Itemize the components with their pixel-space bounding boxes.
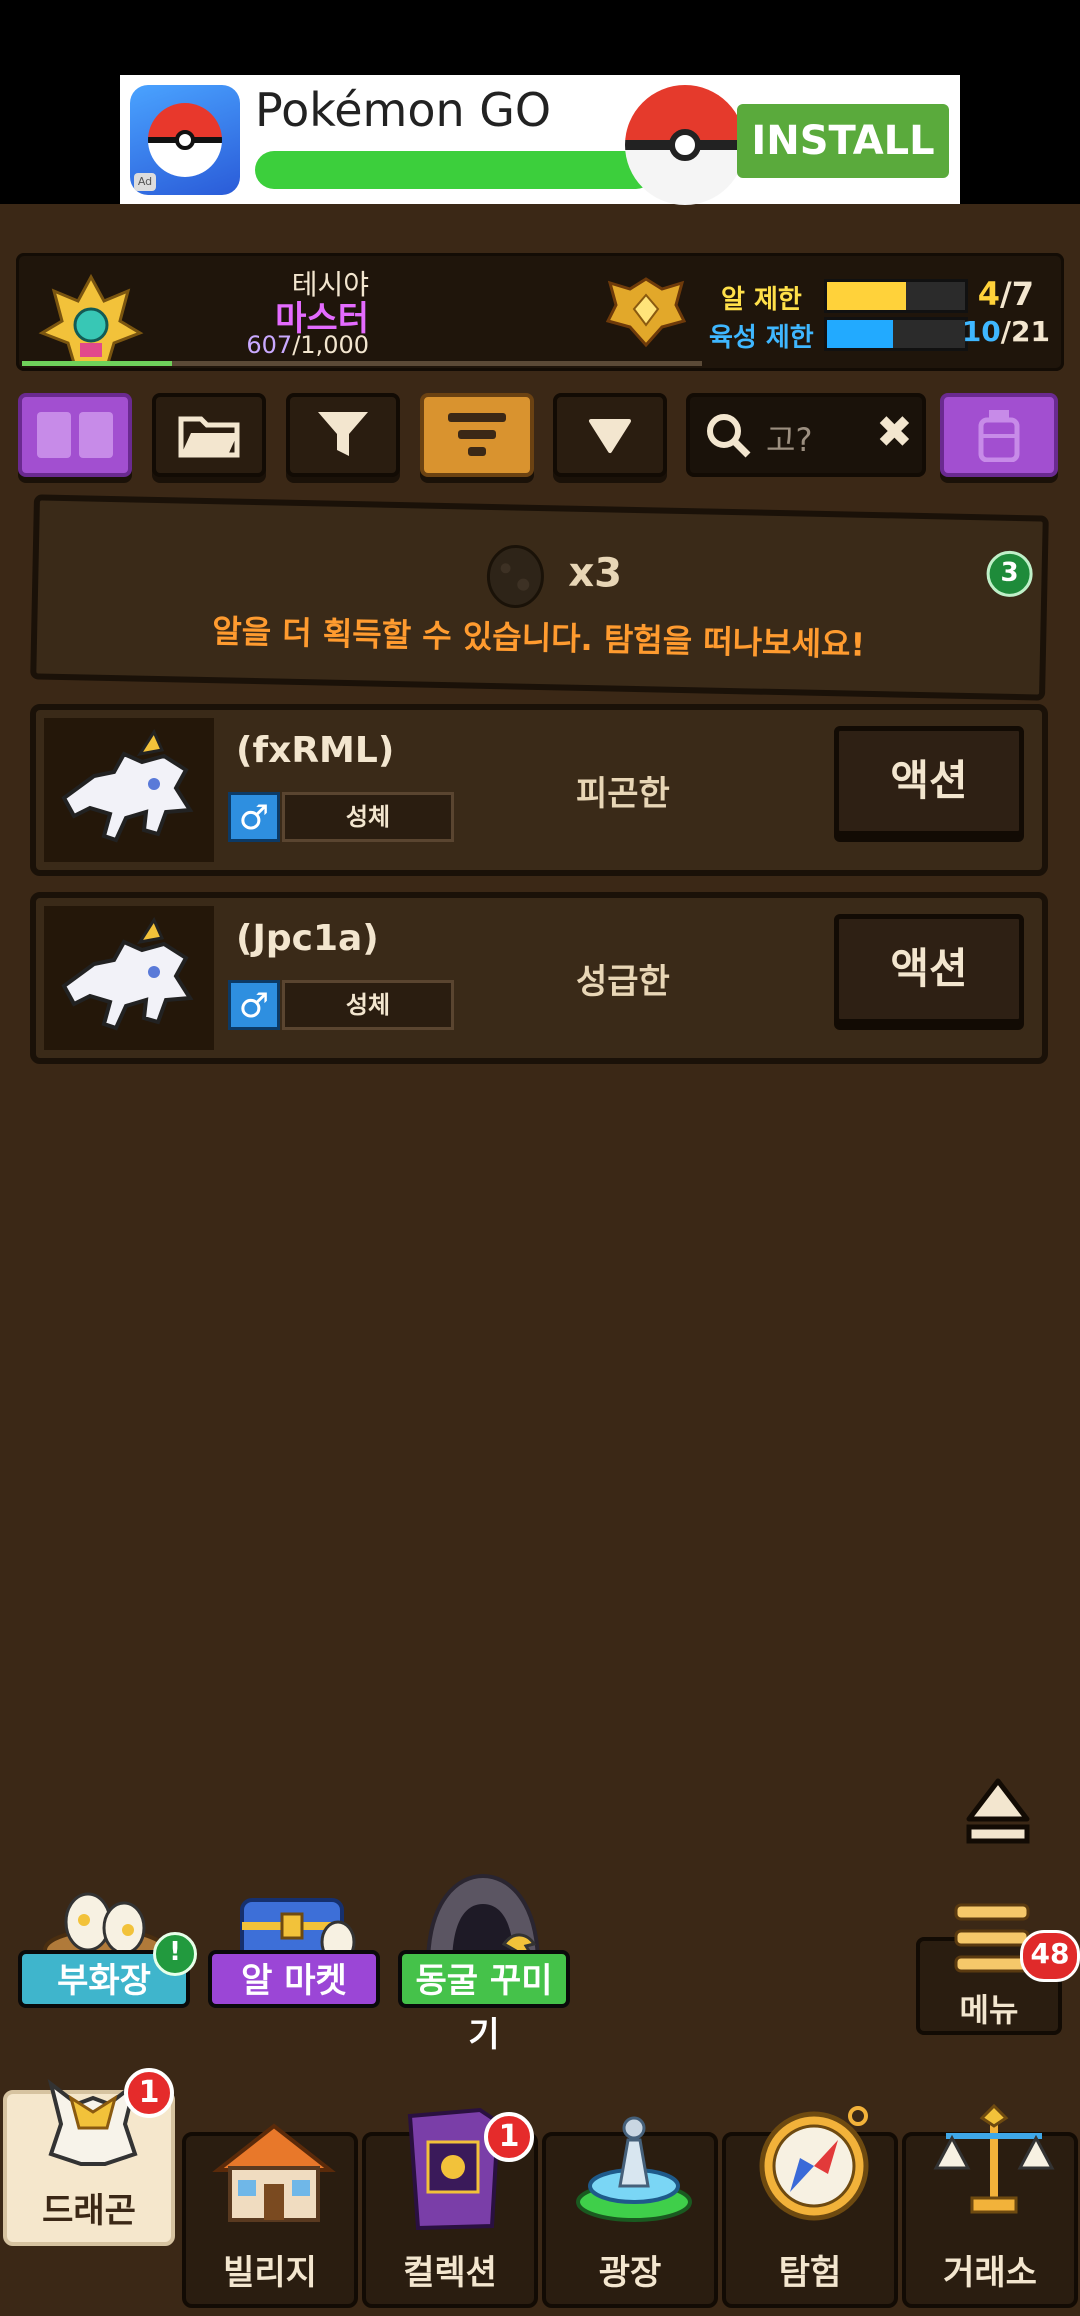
tab-explore[interactable]: 탐험 [722, 2106, 898, 2308]
player-status-panel: 테시야 마스터 607/1,000 알 제한 육성 제한 4/7 10/21 [16, 253, 1064, 371]
dragon-card[interactable]: (Jpc1a) ♂ 성체 성급한 액션 [30, 892, 1048, 1064]
white-dragon-icon [61, 916, 194, 1031]
rank-medal-icon[interactable] [606, 275, 686, 349]
tab-label: 광장 [598, 2253, 662, 2293]
search-box[interactable]: 고? ✖ [686, 393, 926, 477]
hatchery-alert-badge: ! [153, 1932, 197, 1976]
tab-label: 컬렉션 [403, 2253, 497, 2293]
potion-bottle-icon [978, 410, 1020, 462]
growth-stage: 성체 [282, 792, 454, 842]
grid-view-icon [37, 412, 113, 458]
sort-button[interactable] [420, 393, 534, 477]
filter-icon [318, 412, 368, 456]
dragon-name: (Jpc1a) [236, 918, 379, 959]
balance-scale-icon [933, 2103, 1055, 2214]
collection-tab-badge: 1 [484, 2112, 534, 2162]
male-gender-icon: ♂ [228, 792, 280, 842]
raise-max: /21 [1000, 315, 1050, 348]
dragon-tab-badge: 1 [124, 2068, 174, 2118]
ad-progress-bar [255, 151, 655, 189]
player-xp: 607/1,000 [246, 331, 369, 359]
tab-plaza[interactable]: 광장 [542, 2116, 718, 2308]
male-gender-icon: ♂ [228, 980, 280, 1030]
egg-market-button[interactable]: 알 마켓 [208, 1880, 380, 2010]
tab-label: 거래소 [943, 2253, 1037, 2293]
dragon-name: (fxRML) [236, 730, 395, 771]
xp-max: /1,000 [292, 331, 369, 359]
dragon-avatar-icon[interactable] [36, 273, 146, 365]
search-input[interactable]: 고? [766, 415, 812, 461]
raise-limit-label: 육성 제한 [709, 323, 814, 353]
egg-availability-banner[interactable]: x3 알을 더 획득할 수 있습니다. 탐험을 떠나보세요! 3 [30, 494, 1049, 701]
grid-view-button[interactable] [18, 393, 132, 477]
egg-count: x3 [568, 549, 623, 597]
ad-tag: Ad [134, 173, 156, 191]
sort-direction-button[interactable] [553, 393, 667, 477]
folder-icon [178, 416, 240, 458]
action-button[interactable]: 액션 [834, 914, 1024, 1024]
tab-label: 탐험 [778, 2253, 842, 2293]
white-dragon-icon [61, 728, 194, 843]
egg-limit-count: 4/7 [978, 275, 1034, 313]
search-icon [707, 414, 751, 458]
dragon-thumbnail [44, 906, 214, 1050]
cave-decor-button[interactable]: 동굴 꾸미기 [398, 1873, 570, 2055]
pokemon-go-app-icon: Ad [130, 85, 240, 195]
compass-icon [759, 2106, 869, 2221]
egg-banner-message: 알을 더 획득할 수 있습니다. 탐험을 떠나보세요! [211, 612, 866, 664]
dragon-trait: 성급한 [576, 962, 670, 1002]
egg-limit-fill [827, 282, 906, 310]
folder-button[interactable] [152, 393, 266, 477]
dragon-trait: 피곤한 [576, 774, 670, 814]
raise-limit-bar [824, 317, 968, 351]
clear-search-icon[interactable]: ✖ [876, 407, 913, 458]
xp-current: 607 [246, 331, 293, 359]
egg-market-label: 알 마켓 [208, 1950, 380, 2008]
egg-max: /7 [1000, 275, 1034, 313]
egg-count-badge: 3 [986, 550, 1034, 598]
avatar-progress [22, 361, 172, 366]
potion-button[interactable] [940, 393, 1058, 477]
menu-label: 메뉴 [959, 1991, 1019, 2029]
raise-count: 10 [961, 315, 1001, 348]
growth-stage: 성체 [282, 980, 454, 1030]
sort-icon [448, 413, 506, 456]
ad-title: Pokémon GO [255, 83, 552, 137]
hamburger-menu-icon [954, 1903, 1030, 1973]
ad-banner[interactable]: Ad Pokémon GO INSTALL [120, 75, 960, 205]
tab-label: 빌리지 [223, 2253, 317, 2293]
raise-limit-count: 10/21 [962, 315, 1050, 348]
tab-village[interactable]: 빌리지 [182, 2123, 358, 2308]
egg-count: 4 [977, 275, 1001, 313]
filter-button[interactable] [286, 393, 400, 477]
pokeball-icon [625, 85, 745, 205]
egg-icon [486, 544, 544, 608]
village-house-icon [212, 2123, 336, 2222]
egg-limit-bar [824, 279, 968, 313]
pokeball-icon [148, 103, 222, 177]
tab-exchange[interactable]: 거래소 [902, 2103, 1078, 2308]
dragon-thumbnail [44, 718, 214, 862]
fountain-icon [576, 2116, 692, 2222]
xp-track [172, 361, 702, 366]
chevron-down-icon [589, 419, 631, 453]
cave-decor-label: 동굴 꾸미기 [398, 1950, 570, 2055]
egg-limit-label: 알 제한 [721, 285, 802, 315]
dragon-card[interactable]: (fxRML) ♂ 성체 피곤한 액션 [30, 704, 1048, 876]
menu-notification-badge: 48 [1020, 1930, 1080, 1982]
action-button[interactable]: 액션 [834, 726, 1024, 836]
scroll-to-top-icon[interactable] [963, 1775, 1033, 1850]
install-button[interactable]: INSTALL [737, 104, 949, 178]
raise-limit-fill [827, 320, 894, 348]
tab-label: 드래곤 [42, 2191, 136, 2231]
